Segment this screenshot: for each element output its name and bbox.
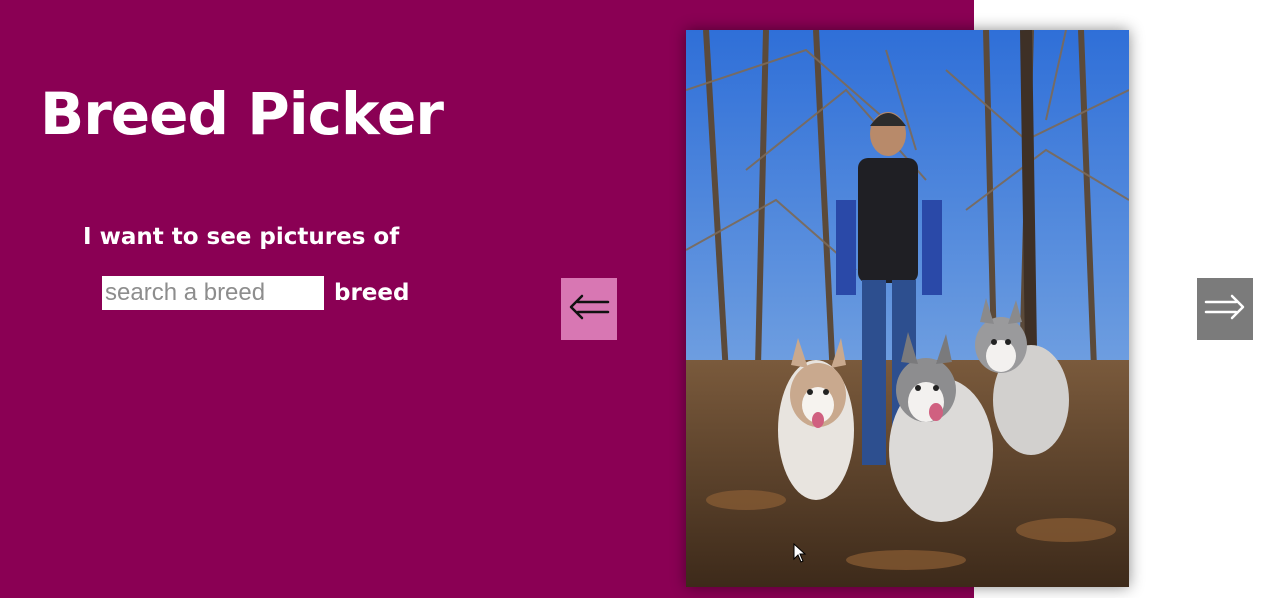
dog-photo [686, 30, 1129, 587]
breed-search-input[interactable] [102, 276, 324, 310]
left-arrow-icon [568, 293, 610, 325]
next-image-button[interactable] [1197, 278, 1253, 340]
mouse-cursor-icon [793, 542, 807, 567]
breed-suffix-label: breed [334, 280, 410, 306]
page-title: Breed Picker [40, 80, 444, 148]
page: Breed Picker I want to see pictures of b… [0, 0, 1261, 598]
search-prompt: I want to see pictures of [83, 224, 400, 250]
search-row: breed [102, 276, 409, 310]
previous-image-button[interactable] [561, 278, 617, 340]
right-arrow-icon [1204, 293, 1246, 325]
